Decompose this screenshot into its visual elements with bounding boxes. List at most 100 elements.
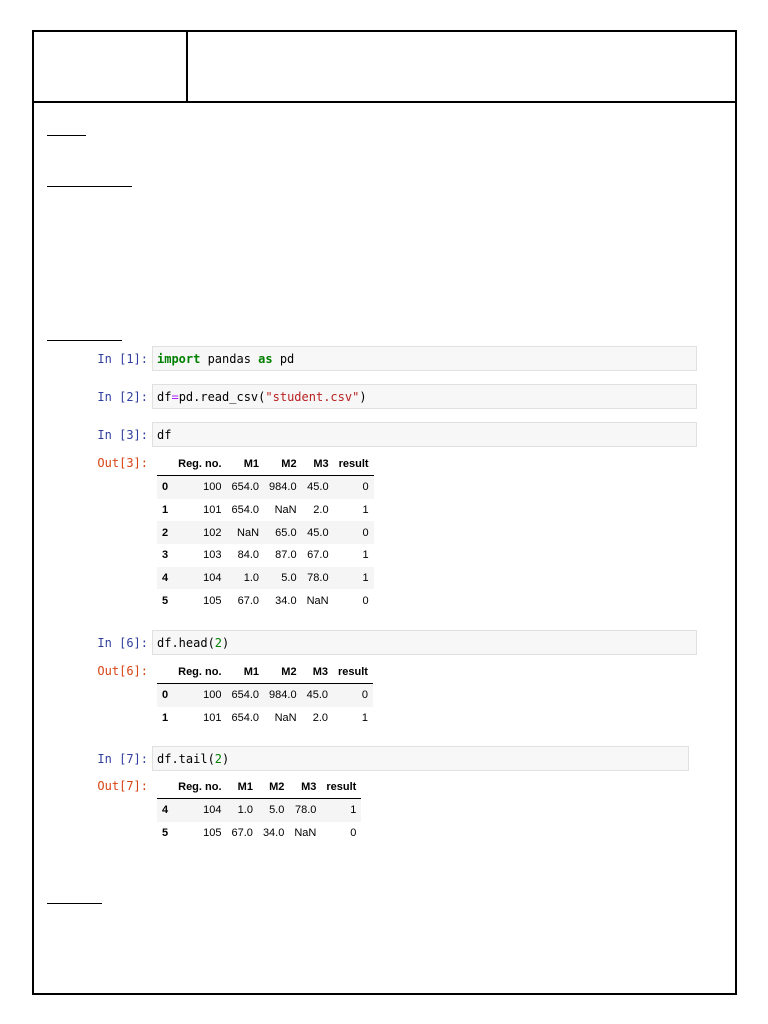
table-cell: NaN [237, 526, 260, 539]
table-cell: 1 [350, 804, 357, 817]
code-cell[interactable]: df=pd.read_csv("student.csv") [152, 384, 697, 409]
column-header: result [333, 453, 374, 476]
header-box [34, 32, 735, 103]
code-token: 2 [214, 752, 223, 766]
table-cell: 67.0 [307, 549, 329, 562]
table-cell: 1 [362, 504, 369, 517]
table-cell: 1 [362, 572, 369, 585]
table-cell: NaN [274, 504, 297, 517]
code-token: ) [222, 752, 230, 766]
column-header: result [333, 661, 373, 684]
code-token: import [157, 352, 201, 366]
input-prompt: In [2]: [97, 390, 148, 404]
table-cell: 654.0 [231, 504, 260, 517]
table-cell: NaN [274, 712, 297, 725]
output-prompt: Out[7]: [97, 779, 148, 793]
table-cell: 101 [203, 712, 222, 725]
table-row: 0 100 654.0 984.0 45.0 0 [157, 475, 374, 499]
code-token: pd [272, 352, 295, 366]
row-index: 0 [162, 481, 169, 494]
table-cell: 100 [203, 481, 222, 494]
table-cell: 45.0 [306, 689, 328, 702]
input-prompt: In [6]: [97, 636, 148, 650]
table-cell: 87.0 [275, 549, 297, 562]
table-cell: 101 [203, 504, 222, 517]
table-row: 4 104 1.0 5.0 78.0 1 [157, 566, 374, 590]
column-header: Reg. no. [173, 453, 227, 476]
heading-underline [47, 340, 122, 341]
row-index: 0 [162, 689, 169, 702]
column-header: M2 [264, 661, 302, 684]
table-header-row: Reg. no. M1 M2 M3 result [157, 661, 373, 684]
column-header: M1 [226, 661, 265, 684]
code-token: df [157, 390, 172, 404]
code-token: "student.csv" [265, 390, 360, 404]
heading-underline [47, 903, 102, 904]
table-cell: NaN [294, 827, 317, 840]
page-frame [32, 30, 737, 995]
code-token: df [157, 428, 172, 442]
table-cell: 84.0 [237, 549, 260, 562]
table-header-row: Reg. no. M1 M2 M3 result [157, 776, 362, 799]
column-header: Reg. no. [173, 661, 227, 684]
table-cell: 105 [203, 594, 222, 607]
input-prompt: In [3]: [97, 428, 148, 442]
table-cell: 654.0 [231, 481, 260, 494]
row-index: 3 [162, 549, 169, 562]
table-row: 0 100 654.0 984.0 45.0 0 [157, 683, 373, 707]
column-header: M1 [226, 776, 258, 799]
table-cell: 45.0 [307, 481, 329, 494]
code-cell[interactable]: df.tail(2) [152, 746, 689, 771]
table-cell: 0 [361, 689, 368, 702]
code-token: = [171, 390, 179, 404]
column-header: M2 [264, 453, 302, 476]
code-cell[interactable]: import pandas as pd [152, 346, 697, 371]
code-cell[interactable]: df [152, 422, 697, 447]
column-header [157, 661, 174, 684]
table-row: 2 102 NaN 65.0 45.0 0 [157, 521, 374, 545]
column-header: M1 [226, 453, 265, 476]
table-cell: 1.0 [237, 804, 253, 817]
output-prompt: Out[6]: [97, 664, 148, 678]
table-cell: 67.0 [237, 594, 260, 607]
table-cell: 102 [203, 526, 222, 539]
column-header: Reg. no. [173, 776, 227, 799]
code-token: 2 [214, 636, 223, 650]
column-header [157, 453, 174, 476]
table-cell: 78.0 [294, 804, 317, 817]
column-header: M3 [301, 661, 333, 684]
heading-underline [47, 135, 86, 136]
table-cell: 65.0 [275, 526, 297, 539]
table-cell: 103 [203, 549, 222, 562]
code-cell[interactable]: df.head(2) [152, 630, 697, 655]
table-cell: 1 [362, 549, 369, 562]
table-cell: 5.0 [281, 572, 297, 585]
code-token: pd.read_csv( [178, 390, 266, 404]
table-cell: 654.0 [231, 712, 260, 725]
table-cell: 104 [203, 572, 222, 585]
table-row: 5 105 67.0 34.0 NaN 0 [157, 822, 361, 845]
code-token: as [258, 352, 273, 366]
table-row: 3 103 84.0 87.0 67.0 1 [157, 544, 374, 567]
code-token: pandas [200, 352, 259, 366]
table-row: 4 104 1.0 5.0 78.0 1 [157, 798, 362, 822]
dataframe-table: Reg. no. M1 M2 M3 result 0 100 654.0 984.0 45.0 0 1… [157, 453, 374, 612]
table-cell: 2.0 [312, 712, 328, 725]
code-token: df.tail( [157, 752, 215, 766]
table-cell: 45.0 [307, 526, 329, 539]
row-index: 2 [162, 526, 169, 539]
table-row: 5 105 67.0 34.0 NaN 0 [157, 589, 374, 612]
row-index: 1 [162, 712, 169, 725]
row-index: 4 [162, 804, 169, 817]
table-cell: 67.0 [231, 827, 253, 840]
column-header: M3 [289, 776, 322, 799]
code-token: ) [359, 390, 367, 404]
table-cell: 104 [203, 804, 222, 817]
code-token: df.head( [157, 636, 215, 650]
header-divider [186, 32, 188, 101]
table-row: 1 101 654.0 NaN 2.0 1 [157, 707, 373, 730]
table-cell: 0 [362, 481, 369, 494]
table-cell: 0 [362, 526, 369, 539]
table-cell: 0 [350, 827, 357, 840]
dataframe-table: Reg. no. M1 M2 M3 result 4 104 1.0 5.0 78.0 1 5 105 6… [157, 776, 362, 845]
